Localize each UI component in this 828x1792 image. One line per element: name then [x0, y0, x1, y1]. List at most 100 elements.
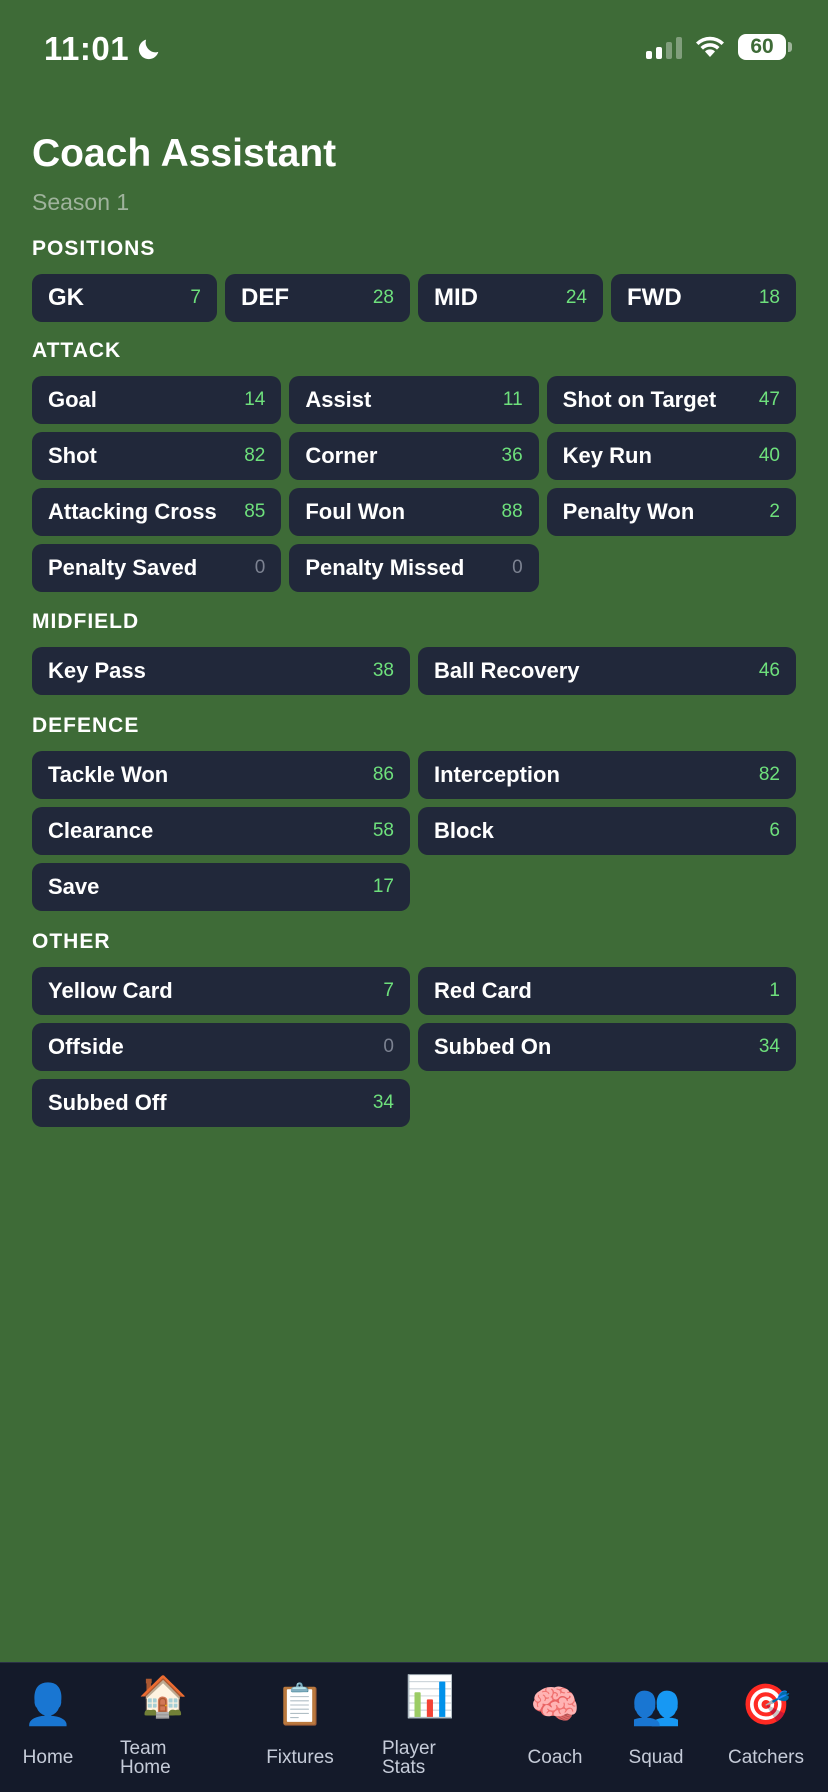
stat-card-shot[interactable]: Shot 82	[32, 432, 282, 480]
users-icon: 👥	[631, 1683, 681, 1727]
stat-label: Subbed Off	[48, 1090, 167, 1115]
stat-label: Tackle Won	[48, 762, 169, 787]
stat-count: 7	[383, 980, 394, 1001]
bar-chart-icon: 📊	[405, 1675, 455, 1719]
stat-label: Goal	[48, 387, 97, 412]
stat-card-tackle-won[interactable]: Tackle Won 86	[32, 751, 410, 799]
tab-label: Team Home	[120, 1738, 171, 1778]
stat-count: 38	[372, 660, 394, 681]
defence-heading: DEFENCE	[32, 714, 140, 737]
stat-card-mid[interactable]: MID 24	[418, 274, 603, 322]
stat-card-ball-recovery[interactable]: Ball Recovery 46	[418, 647, 796, 695]
cellular-signal-icon	[646, 35, 682, 59]
stat-card-clearance[interactable]: Clearance 58	[32, 807, 410, 855]
stat-card-penalty-saved[interactable]: Penalty Saved 0	[32, 544, 282, 592]
stat-label: Ball Recovery	[434, 658, 580, 683]
midfield-heading: MIDFIELD	[32, 610, 140, 633]
stat-count: 6	[769, 820, 780, 841]
tab-team-home[interactable]: 🏠 Team Home	[108, 1663, 218, 1792]
stat-card-red-card[interactable]: Red Card 1	[418, 967, 796, 1015]
stat-count: 88	[501, 501, 523, 522]
stat-count: 34	[758, 1036, 780, 1057]
wifi-icon	[696, 36, 724, 57]
stat-card-fwd[interactable]: FWD 18	[611, 274, 796, 322]
tab-label: Coach	[527, 1747, 583, 1768]
positions-heading: POSITIONS	[32, 237, 156, 260]
tab-label: Catchers	[727, 1747, 805, 1768]
positions-grid: GK 7 DEF 28 MID 24 FWD 18	[32, 274, 796, 322]
other-heading: OTHER	[32, 930, 111, 953]
stat-card-key-run[interactable]: Key Run 40	[546, 432, 796, 480]
stat-card-subbed-off[interactable]: Subbed Off 34	[32, 1079, 410, 1127]
clock-text: 11:01	[44, 30, 130, 67]
tab-coach[interactable]: 🧠 Coach	[510, 1663, 600, 1792]
stat-card-gk[interactable]: GK 7	[32, 274, 217, 322]
stat-count: 86	[372, 764, 394, 785]
stat-count: 1	[769, 980, 780, 1001]
stat-label: Attacking Cross	[48, 499, 217, 524]
stat-card-shot-on-target[interactable]: Shot on Target 47	[546, 376, 796, 424]
stat-card-attacking-cross[interactable]: Attacking Cross 85	[32, 488, 282, 536]
stat-label: Penalty Missed	[305, 555, 465, 580]
season-subtitle: Season 1	[32, 189, 130, 215]
stat-card-offside[interactable]: Offside 0	[32, 1023, 410, 1071]
stat-card-def[interactable]: DEF 28	[225, 274, 410, 322]
stat-count: 17	[372, 876, 394, 897]
stat-count: 34	[372, 1092, 394, 1113]
stat-label: Assist	[305, 387, 372, 412]
page-title: Coach Assistant	[32, 132, 337, 175]
house-icon: 🏠	[138, 1675, 188, 1719]
tab-fixtures[interactable]: 📋 Fixtures	[250, 1663, 350, 1792]
stat-card-subbed-on[interactable]: Subbed On 34	[418, 1023, 796, 1071]
stat-label: Block	[434, 818, 494, 843]
stat-count: 82	[758, 764, 780, 785]
tab-squad[interactable]: 👥 Squad	[612, 1663, 700, 1792]
status-indicators: 60	[646, 34, 792, 60]
stat-card-key-pass[interactable]: Key Pass 38	[32, 647, 410, 695]
stat-label: MID	[434, 284, 478, 311]
stat-label: Red Card	[434, 978, 532, 1003]
moon-icon	[138, 39, 159, 60]
tab-catchers[interactable]: 🎯 Catchers	[716, 1663, 816, 1792]
stat-card-penalty-won[interactable]: Penalty Won 2	[546, 488, 796, 536]
stat-label: DEF	[241, 284, 289, 311]
stat-count: 11	[502, 389, 523, 410]
stat-card-penalty-missed[interactable]: Penalty Missed 0	[289, 544, 539, 592]
stat-count: 40	[758, 445, 780, 466]
stat-label: Yellow Card	[48, 978, 173, 1003]
stat-label: Interception	[434, 762, 560, 787]
stat-count: 18	[758, 287, 780, 308]
stat-label: Subbed On	[434, 1034, 552, 1059]
stat-card-goal[interactable]: Goal 14	[32, 376, 282, 424]
stat-label: FWD	[627, 284, 682, 311]
status-bar: 11:01 60	[0, 0, 828, 100]
bottom-tab-bar: 👤 Home 🏠 Team Home 📋 Fixtures 📊 Player S…	[0, 1662, 828, 1792]
stat-count: 14	[244, 389, 266, 410]
stat-count: 28	[372, 287, 394, 308]
status-time: 11:01	[44, 30, 163, 68]
tab-label: Squad	[628, 1747, 684, 1768]
stat-count: 24	[565, 287, 587, 308]
stat-count: 0	[254, 557, 266, 578]
attack-grid: Goal 14 Assist 11 Shot on Target 47 Shot 82 …	[32, 376, 796, 592]
stat-count: 0	[512, 557, 523, 578]
stat-card-foul-won[interactable]: Foul Won 88	[289, 488, 539, 536]
other-grid: Yellow Card 7 Red Card 1 Offside 0 Subbed O…	[32, 967, 796, 1127]
attack-heading: ATTACK	[32, 339, 122, 362]
stat-card-interception[interactable]: Interception 82	[418, 751, 796, 799]
tab-label: Player Stats	[382, 1738, 436, 1778]
stat-count: 82	[244, 445, 266, 466]
stat-card-corner[interactable]: Corner 36	[289, 432, 539, 480]
tab-player-stats[interactable]: 📊 Player Stats	[370, 1663, 490, 1792]
stat-card-save[interactable]: Save 17	[32, 863, 410, 911]
stat-card-yellow-card[interactable]: Yellow Card 7	[32, 967, 410, 1015]
stat-card-block[interactable]: Block 6	[418, 807, 796, 855]
stat-count: 0	[383, 1036, 394, 1057]
midfield-grid: Key Pass 38 Ball Recovery 46	[32, 647, 796, 695]
tab-home[interactable]: 👤 Home	[8, 1663, 88, 1792]
target-icon: 🎯	[741, 1683, 791, 1727]
stat-count: 2	[769, 501, 780, 522]
stat-label: Save	[48, 874, 100, 899]
stat-card-assist[interactable]: Assist 11	[289, 376, 539, 424]
stat-count: 36	[501, 445, 523, 466]
